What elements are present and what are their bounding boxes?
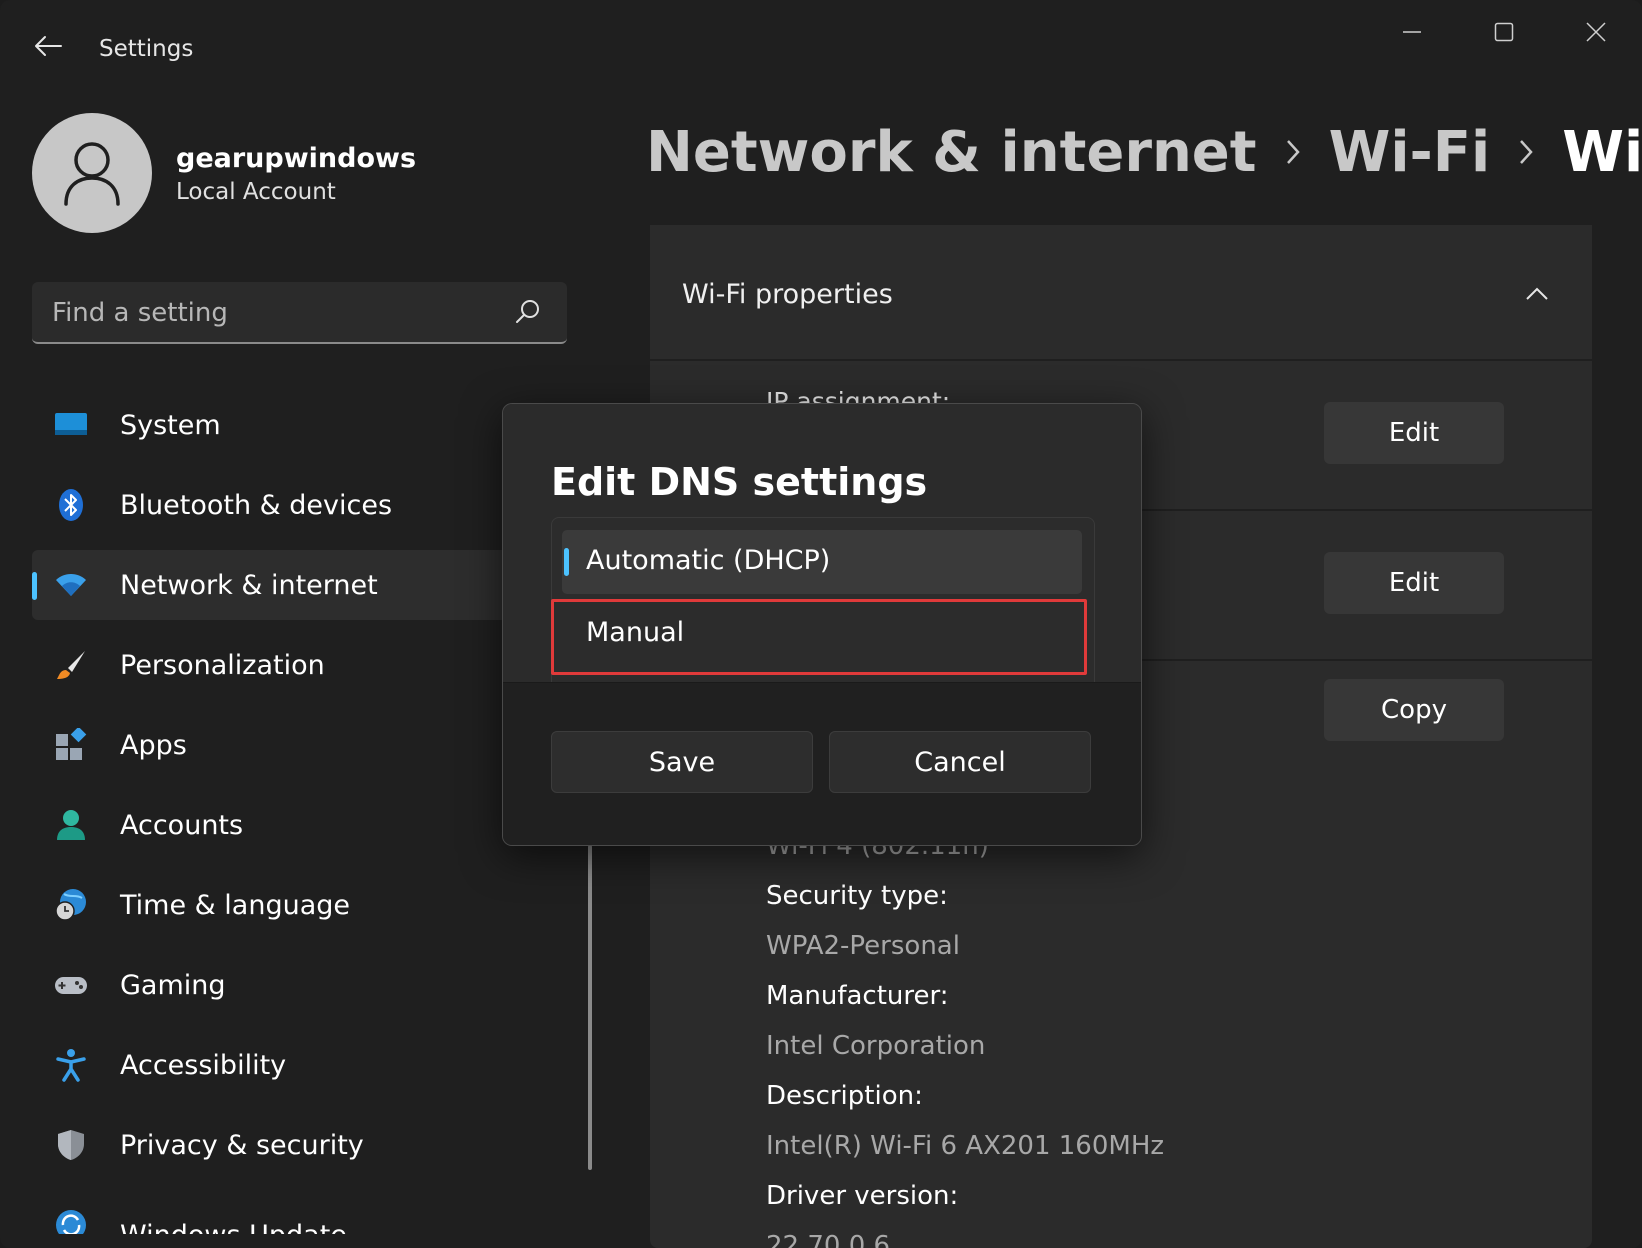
search-icon[interactable] (514, 298, 542, 326)
account-icon (57, 810, 85, 840)
sidebar-item-privacy-security[interactable]: Privacy & security (32, 1110, 592, 1180)
sidebar-item-accessibility[interactable]: Accessibility (32, 1030, 592, 1100)
breadcrumb-network[interactable]: Network & internet (646, 120, 1257, 185)
sidebar-item-label: System (120, 409, 221, 441)
chevron-up-icon[interactable] (1522, 279, 1552, 309)
dialog-footer: Save Cancel (503, 682, 1141, 845)
settings-window: Settings gearupwindows Local Account Sy (0, 0, 1642, 1248)
wifi-icon (56, 574, 86, 596)
security-type-label: Security type: (766, 881, 948, 911)
back-button[interactable] (30, 28, 66, 64)
breadcrumb-wifi[interactable]: Wi-Fi (1329, 120, 1491, 185)
search-box[interactable] (32, 282, 567, 344)
bluetooth-icon (59, 489, 83, 521)
sidebar-item-label: Bluetooth & devices (120, 489, 393, 521)
option-manual[interactable]: Manual (562, 602, 1082, 666)
copy-button[interactable]: Copy (1324, 679, 1504, 741)
sidebar-item-label: Accessibility (120, 1049, 287, 1081)
monitor-icon (55, 413, 87, 435)
sidebar-item-label: Network & internet (120, 569, 378, 601)
sidebar-scrollbar[interactable] (588, 845, 592, 1170)
maximize-button[interactable] (1468, 12, 1540, 52)
driver-version-value: 22.70.0.6 (766, 1231, 891, 1248)
manufacturer-value: Intel Corporation (766, 1031, 986, 1061)
option-label: Automatic (DHCP) (586, 545, 831, 576)
sidebar-item-label: Apps (120, 729, 187, 761)
edit-dns-dialog: Edit DNS settings Automatic (DHCP) Manua… (502, 403, 1142, 846)
dns-mode-dropdown-list: Automatic (DHCP) Manual (551, 517, 1095, 688)
back-arrow-icon (35, 36, 62, 56)
close-icon (1586, 22, 1606, 42)
paintbrush-icon (57, 651, 85, 679)
option-label: Manual (586, 617, 685, 648)
sidebar-item-label: Gaming (120, 969, 226, 1001)
chevron-right-icon (1257, 132, 1329, 172)
app-title: Settings (99, 36, 194, 62)
apps-icon (56, 728, 87, 760)
maximize-icon (1494, 22, 1514, 42)
sidebar-item-gaming[interactable]: Gaming (32, 950, 592, 1020)
minimize-button[interactable] (1376, 12, 1448, 52)
chevron-right-icon (1490, 132, 1562, 172)
update-icon (56, 1210, 86, 1234)
sidebar-item-windows-update[interactable]: Windows Update (32, 1190, 592, 1234)
globe-clock-icon (55, 889, 86, 921)
sidebar-item-label: Windows Update (120, 1220, 347, 1234)
sidebar-item-label: Personalization (120, 649, 325, 681)
description-label: Description: (766, 1081, 923, 1111)
save-button[interactable]: Save (551, 731, 813, 793)
option-automatic-dhcp[interactable]: Automatic (DHCP) (562, 530, 1082, 594)
manufacturer-label: Manufacturer: (766, 981, 949, 1011)
account-type: Local Account (176, 179, 336, 205)
shield-icon (58, 1130, 84, 1160)
sidebar-item-label: Privacy & security (120, 1129, 364, 1161)
description-value: Intel(R) Wi-Fi 6 AX201 160MHz (766, 1131, 1165, 1161)
edit-ip-button[interactable]: Edit (1324, 402, 1504, 464)
driver-version-label: Driver version: (766, 1181, 959, 1211)
dialog-body: Edit DNS settings Automatic (DHCP) Manua… (503, 404, 1141, 688)
breadcrumb-current: Wi-Fi (1562, 119, 1642, 185)
cancel-button[interactable]: Cancel (829, 731, 1091, 793)
edit-dns-button[interactable]: Edit (1324, 552, 1504, 614)
user-name: gearupwindows (176, 143, 417, 174)
search-input[interactable] (50, 292, 494, 334)
avatar[interactable] (32, 113, 152, 233)
security-type-value: WPA2-Personal (766, 931, 960, 961)
minimize-icon (1403, 31, 1421, 33)
accessibility-icon (56, 1049, 86, 1082)
gamepad-icon (55, 977, 87, 994)
sidebar-item-time-language[interactable]: Time & language (32, 870, 592, 940)
close-button[interactable] (1560, 12, 1632, 52)
dialog-title: Edit DNS settings (551, 460, 928, 504)
sidebar-item-label: Time & language (120, 889, 351, 921)
sidebar-item-label: Accounts (120, 809, 244, 841)
panel-title: Wi-Fi properties (682, 279, 893, 310)
panel-header[interactable]: Wi-Fi properties (650, 225, 1592, 361)
breadcrumb: Network & internet Wi-Fi Wi-Fi (646, 112, 1642, 192)
person-icon (64, 142, 120, 206)
